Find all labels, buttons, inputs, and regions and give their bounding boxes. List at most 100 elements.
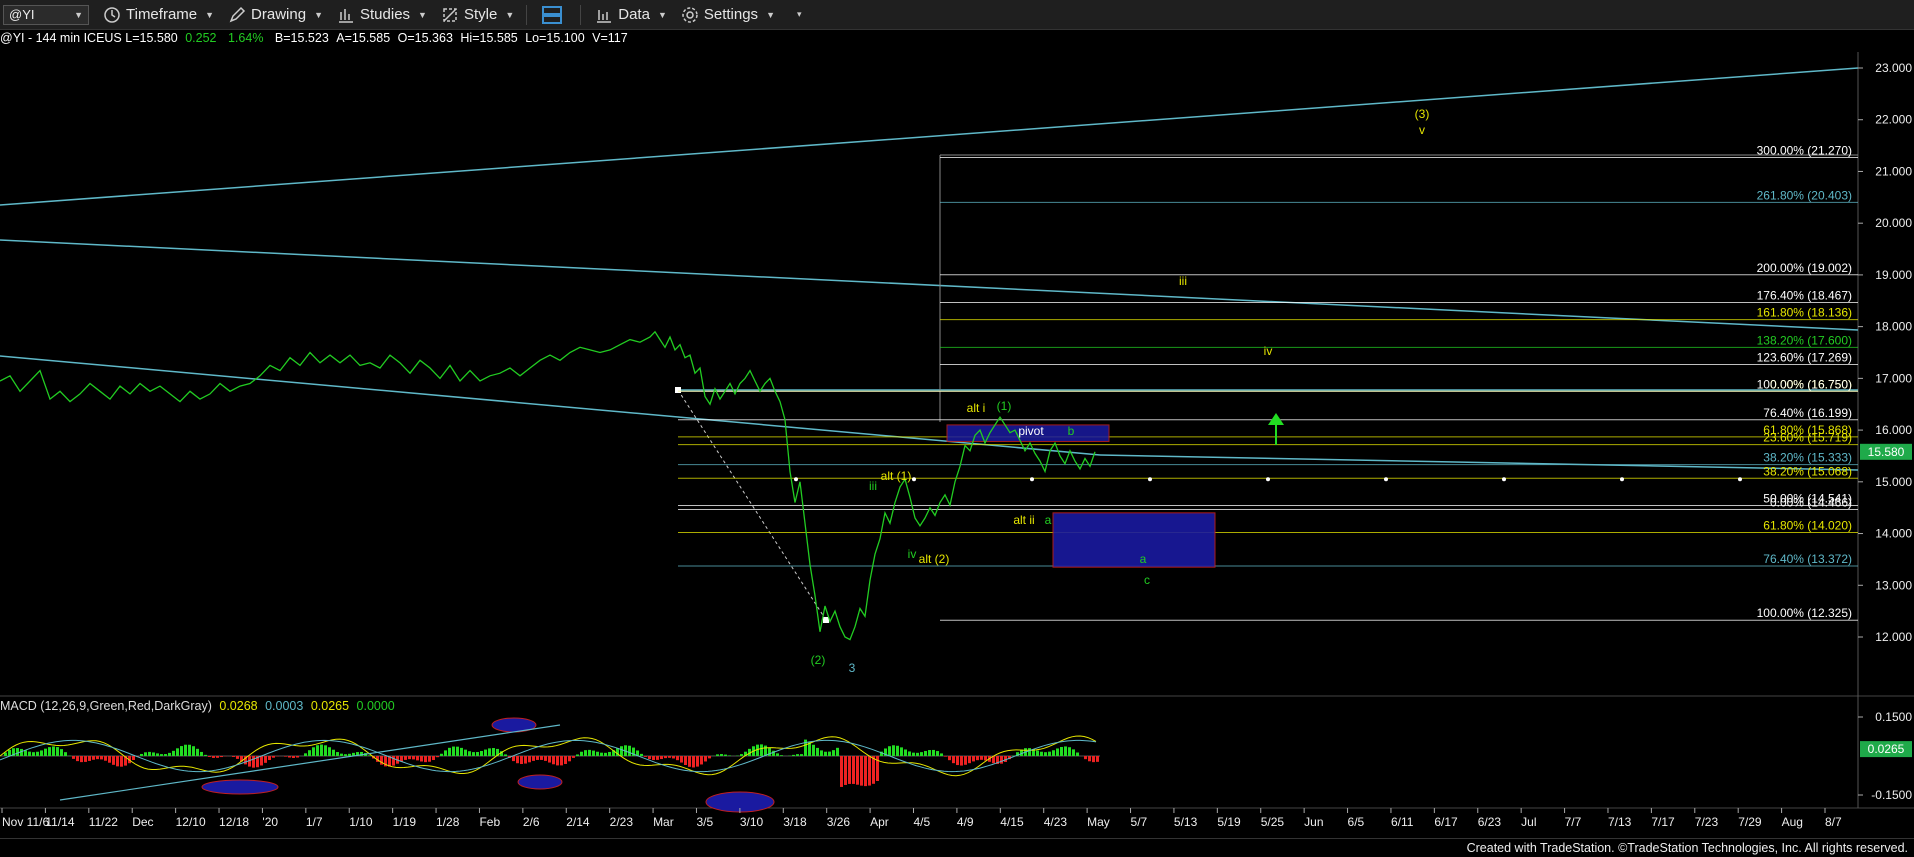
macd-histogram-bar [1056, 748, 1059, 756]
macd-histogram-bar [960, 756, 963, 766]
x-tick-label: 7/7 [1565, 815, 1582, 829]
macd-histogram-bar [464, 750, 467, 756]
x-tick-label: Feb [479, 815, 500, 829]
y-tick-label: 15.000 [1875, 475, 1912, 489]
macd-histogram-bar [840, 756, 843, 787]
macd-histogram-bar [1072, 749, 1075, 756]
macd-histogram-bar [764, 746, 767, 756]
trend-line [0, 68, 1858, 205]
macd-histogram-bar [24, 750, 27, 756]
wave-annotation: a [1045, 513, 1052, 527]
y-tick-label: 20.000 [1875, 216, 1912, 230]
macd-histogram-bar [860, 756, 863, 786]
macd-histogram-bar [556, 756, 559, 765]
wave-annotation: pivot [1018, 424, 1044, 438]
macd-histogram-bar [1096, 756, 1099, 762]
macd-histogram-bar [920, 752, 923, 756]
projection-dot [1266, 477, 1270, 481]
macd-histogram-bar [120, 756, 123, 767]
macd-histogram-bar [272, 756, 275, 758]
wave-annotation: alt i [967, 401, 986, 415]
macd-histogram-bar [28, 752, 31, 756]
projection-dot [1030, 477, 1034, 481]
wave-annotation: (3) [1415, 107, 1430, 121]
wave-annotation: alt (2) [919, 552, 950, 566]
macd-histogram-bar [88, 756, 91, 761]
macd-histogram-bar [1092, 756, 1095, 762]
macd-histogram-bar [580, 752, 583, 756]
x-tick-label: 6/17 [1434, 815, 1458, 829]
macd-histogram-bar [800, 754, 803, 756]
x-tick-label: Jun [1304, 815, 1323, 829]
macd-value-4: 0.0000 [357, 699, 395, 713]
x-tick-label: 2/6 [523, 815, 540, 829]
macd-histogram-bar [1052, 750, 1055, 756]
macd-histogram-bar [172, 751, 175, 756]
y-tick-label: 21.000 [1875, 164, 1912, 178]
macd-histogram-bar [872, 756, 875, 784]
macd-histogram-bar [284, 756, 287, 757]
macd-histogram-bar [604, 753, 607, 756]
y-tick-label: 23.000 [1875, 61, 1912, 75]
macd-histogram-bar [40, 750, 43, 756]
macd-histogram-bar [160, 754, 163, 756]
macd-trend-line [60, 725, 560, 800]
macd-histogram-bar [268, 756, 271, 760]
macd-histogram-bar [724, 755, 727, 756]
macd-histogram-bar [940, 753, 943, 756]
macd-histogram-bar [92, 756, 95, 760]
macd-histogram-bar [176, 748, 179, 756]
x-tick-label: 4/15 [1000, 815, 1024, 829]
macd-histogram-bar [528, 756, 531, 762]
footer-text: Created with TradeStation. ©TradeStation… [1467, 841, 1908, 855]
fib-level-label: 23.60% (15.719) [1763, 431, 1852, 445]
macd-histogram-bar [868, 756, 871, 786]
fib-level-label: 0.00% (14.466) [1770, 495, 1852, 509]
macd-histogram-bar [76, 756, 79, 761]
macd-histogram-bar [892, 745, 895, 756]
up-arrow-icon [1268, 413, 1284, 445]
macd-histogram-bar [568, 756, 571, 761]
y-tick-label: 17.000 [1875, 371, 1912, 385]
macd-last-label: 0.0265 [1868, 742, 1905, 756]
macd-histogram-bar [404, 756, 407, 760]
macd-histogram-bar [188, 745, 191, 756]
fib-level-label: 261.80% (20.403) [1757, 188, 1852, 202]
wave-annotation: iv [908, 547, 917, 561]
macd-histogram-bar [584, 750, 587, 756]
x-tick-label: Jul [1521, 815, 1536, 829]
macd-histogram-bar [112, 756, 115, 765]
macd-histogram-bar [944, 756, 947, 757]
projection-dot [1148, 477, 1152, 481]
macd-histogram-bar [144, 752, 147, 756]
x-tick-label: 12/10 [176, 815, 206, 829]
macd-histogram-bar [692, 756, 695, 767]
macd-histogram-bar [80, 756, 83, 762]
macd-histogram-bar [1060, 747, 1063, 756]
x-tick-label: 11/14 [45, 815, 74, 829]
macd-histogram-bar [48, 747, 51, 756]
macd-histogram-bar [152, 752, 155, 756]
macd-histogram-bar [476, 752, 479, 756]
fib-level-label: 100.00% (16.750) [1757, 377, 1852, 391]
macd-histogram-bar [520, 756, 523, 764]
wave-annotation: alt ii [1013, 513, 1034, 527]
macd-histogram-bar [444, 750, 447, 756]
macd-histogram-bar [8, 750, 11, 756]
macd-histogram-bar [216, 756, 219, 758]
macd-histogram-bar [600, 753, 603, 756]
macd-histogram-bar [720, 754, 723, 756]
x-tick-label: 11/22 [89, 815, 118, 829]
macd-histogram-bar [52, 746, 55, 756]
x-tick-label: '20 [262, 815, 278, 829]
macd-histogram-bar [660, 756, 663, 759]
macd-histogram-bar [540, 756, 543, 760]
macd-histogram-bar [200, 752, 203, 756]
macd-histogram-bar [156, 753, 159, 756]
macd-histogram-bar [1000, 756, 1003, 764]
x-tick-label: 5/25 [1261, 815, 1285, 829]
macd-histogram-bar [264, 756, 267, 763]
fib-level-label: 200.00% (19.002) [1757, 261, 1852, 275]
macd-histogram-bar [812, 745, 815, 756]
macd-histogram-bar [696, 756, 699, 767]
